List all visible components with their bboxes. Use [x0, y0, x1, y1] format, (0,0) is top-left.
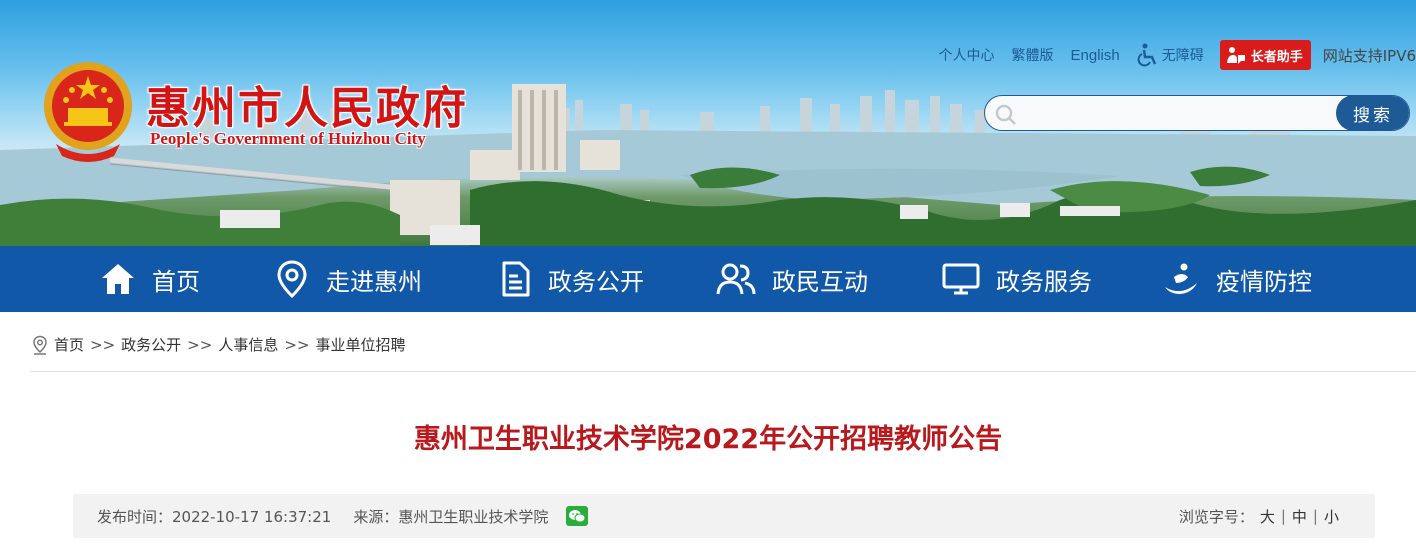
wheelchair-icon	[1137, 43, 1156, 67]
nav-item-about-huizhou[interactable]: 走进惠州	[274, 246, 422, 312]
wechat-share-icon[interactable]	[566, 506, 589, 526]
breadcrumb-government-affairs[interactable]: 政务公开	[121, 334, 181, 355]
search-icon	[995, 104, 1016, 125]
article-title: 惠州卫生职业技术学院2022年公开招聘教师公告	[413, 424, 1003, 455]
font-size-large-button[interactable]: 大	[1260, 506, 1275, 527]
publish-time: 发布时间：2022-10-17 16:37:21	[97, 507, 332, 526]
header-banner: 惠州市人民政府 People's Government of Huizhou C…	[0, 0, 1416, 246]
elder-assist-label: 长者助手	[1250, 49, 1303, 65]
location-icon	[33, 335, 47, 355]
nav-item-label: 首页	[152, 267, 200, 296]
site-title: 惠州市人民政府	[146, 83, 468, 134]
nav-item-label: 政民互动	[772, 267, 868, 296]
users-icon	[716, 263, 756, 295]
site-subtitle: People's Government of Huizhou City	[150, 129, 426, 148]
font-size-label: 浏览字号：	[1178, 507, 1254, 526]
main-nav: 首页 走进惠州 政务公开 政民互动 政务服务 疫情防控	[0, 246, 1416, 312]
top-links: 个人中心 繁體版 English 无障碍 长者助手 网站支持IPV6	[922, 40, 1416, 70]
font-size-divider: |	[1280, 507, 1286, 525]
elder-assist-button[interactable]: 长者助手	[1219, 40, 1311, 70]
nav-item-label: 疫情防控	[1216, 267, 1312, 296]
elder-icon	[1226, 47, 1245, 64]
traditional-chinese-link[interactable]: 繁體版	[1012, 45, 1054, 65]
epidemic-icon	[1165, 263, 1197, 294]
breadcrumb-separator: >>	[284, 335, 310, 354]
breadcrumb-home[interactable]: 首页	[54, 334, 84, 355]
font-size-medium-button[interactable]: 中	[1292, 506, 1307, 527]
breadcrumb: 首页 >> 政务公开 >> 人事信息 >> 事业单位招聘	[32, 334, 405, 355]
english-link[interactable]: English	[1071, 47, 1120, 64]
nav-item-home[interactable]: 首页	[100, 246, 200, 312]
accessibility-link[interactable]: 无障碍	[1137, 43, 1204, 67]
national-emblem-icon	[44, 62, 132, 162]
search-button[interactable]: 搜索	[1336, 96, 1409, 130]
nav-item-label: 政务服务	[996, 267, 1092, 296]
search-input[interactable]	[1021, 96, 1331, 130]
article-source: 来源：惠州卫生职业技术学院	[353, 507, 549, 526]
article-meta-bar: 发布时间：2022-10-17 16:37:21 来源：惠州卫生职业技术学院 浏…	[73, 494, 1375, 538]
nav-item-government-services[interactable]: 政务服务	[942, 246, 1092, 312]
monitor-icon	[942, 263, 980, 295]
location-pin-icon	[277, 260, 307, 299]
breadcrumb-personnel-info[interactable]: 人事信息	[218, 334, 278, 355]
personal-center-link[interactable]: 个人中心	[939, 45, 995, 65]
nav-item-label: 走进惠州	[326, 267, 422, 296]
nav-item-government-affairs[interactable]: 政务公开	[498, 246, 644, 312]
font-size-small-button[interactable]: 小	[1324, 506, 1339, 527]
divider	[30, 371, 1416, 372]
breadcrumb-separator: >>	[187, 335, 213, 354]
accessibility-label: 无障碍	[1161, 48, 1204, 64]
nav-item-public-interaction[interactable]: 政民互动	[716, 246, 868, 312]
breadcrumb-recruitment[interactable]: 事业单位招聘	[315, 334, 405, 355]
home-icon	[102, 264, 134, 294]
document-icon	[502, 261, 530, 297]
ipv6-support-label: 网站支持IPV6	[1322, 46, 1416, 65]
nav-item-label: 政务公开	[548, 267, 644, 296]
font-size-divider: |	[1312, 507, 1318, 525]
nav-item-epidemic-prevention[interactable]: 疫情防控	[1162, 246, 1312, 312]
breadcrumb-separator: >>	[90, 335, 116, 354]
search-box: 搜索	[984, 95, 1410, 131]
